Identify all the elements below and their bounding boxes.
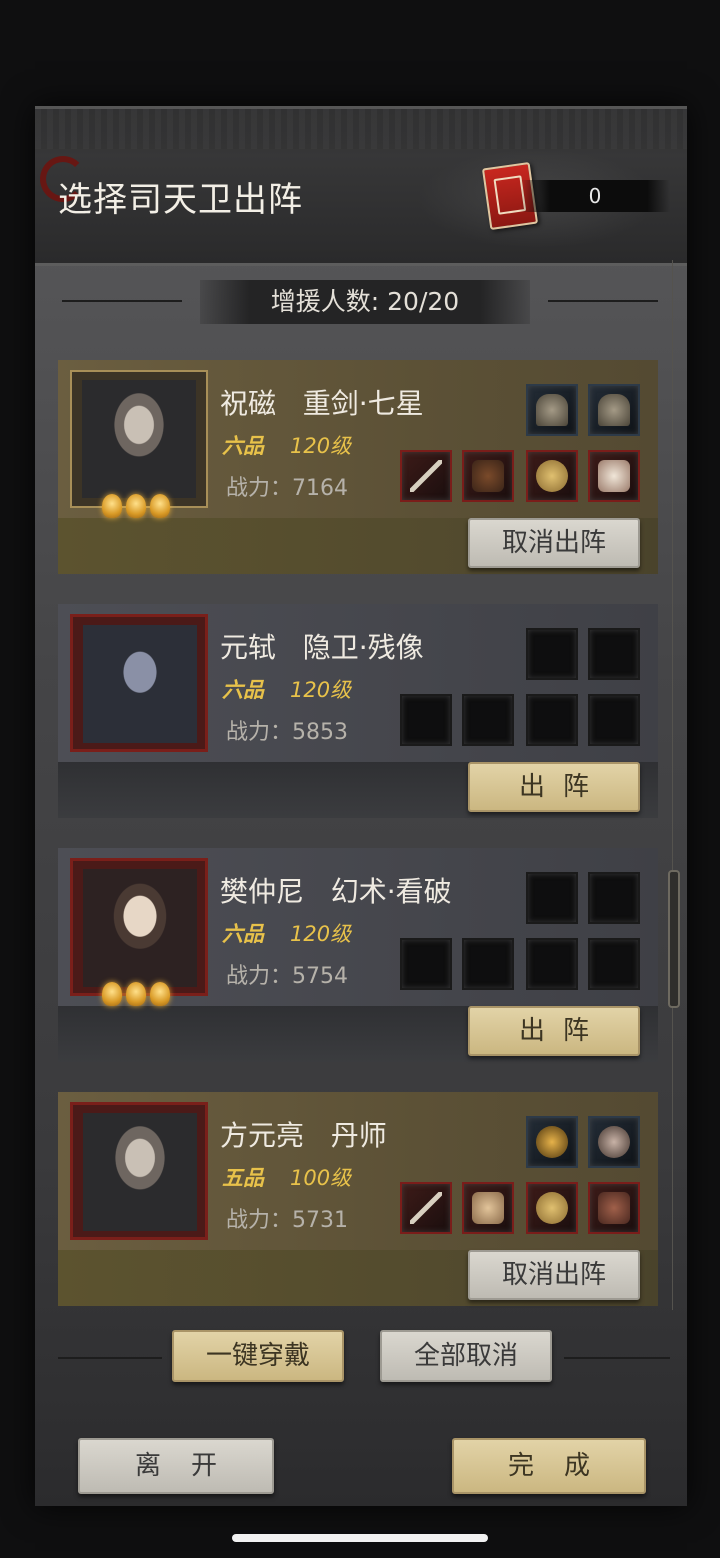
armor-icon[interactable] bbox=[462, 450, 514, 502]
hero-face-image bbox=[82, 380, 196, 498]
divider-right bbox=[548, 300, 658, 302]
hero-power: 战力：5754 bbox=[226, 964, 348, 989]
empty-slot[interactable] bbox=[588, 694, 640, 746]
star-medals bbox=[102, 494, 170, 518]
empty-slot[interactable] bbox=[526, 938, 578, 990]
flame-medal-icon bbox=[126, 494, 146, 518]
horse-mount-icon[interactable] bbox=[588, 1182, 640, 1234]
hero-portrait[interactable] bbox=[70, 858, 208, 996]
flame-medal-icon bbox=[102, 982, 122, 1006]
hero-face-image bbox=[83, 1113, 197, 1231]
hero-name: 祝磁 重剑·七星 bbox=[220, 387, 424, 420]
scrollbar-thumb[interactable] bbox=[668, 870, 680, 1008]
hero-power: 战力：5853 bbox=[226, 720, 348, 745]
empty-slot[interactable] bbox=[588, 628, 640, 680]
token-counter: 0 bbox=[520, 180, 670, 212]
bag-item-icon[interactable] bbox=[526, 1182, 578, 1234]
empty-slot[interactable] bbox=[526, 694, 578, 746]
leave-button[interactable]: 离开 bbox=[78, 1438, 274, 1494]
hero-face-image bbox=[83, 625, 197, 743]
comb-accessory-icon[interactable] bbox=[588, 384, 640, 436]
hero-name: 方元亮 丹师 bbox=[220, 1119, 387, 1152]
boots-icon[interactable] bbox=[588, 450, 640, 502]
empty-slot[interactable] bbox=[400, 694, 452, 746]
divider-right bbox=[564, 1357, 670, 1359]
empty-slot[interactable] bbox=[588, 872, 640, 924]
lotus-accessory-icon[interactable] bbox=[526, 1116, 578, 1168]
cancel-all-button[interactable]: 全部取消 bbox=[380, 1330, 552, 1382]
hero-portrait[interactable] bbox=[70, 370, 208, 508]
home-indicator[interactable] bbox=[232, 1534, 488, 1542]
empty-slot[interactable] bbox=[462, 938, 514, 990]
flame-medal-icon bbox=[150, 494, 170, 518]
divider-left bbox=[62, 300, 182, 302]
flame-medal-icon bbox=[102, 494, 122, 518]
hero-portrait[interactable] bbox=[70, 614, 208, 752]
hero-power: 战力：5731 bbox=[226, 1208, 348, 1233]
star-medals bbox=[102, 982, 170, 1006]
reinforcement-count: 增援人数: 20/20 bbox=[200, 280, 530, 324]
comb-accessory-icon[interactable] bbox=[526, 384, 578, 436]
cancel-deploy-button[interactable]: 取消出阵 bbox=[468, 518, 640, 568]
hero-card[interactable]: 元轼 隐卫·残像 六品 120级 战力：5853 出阵 bbox=[58, 604, 658, 818]
empty-slot[interactable] bbox=[526, 872, 578, 924]
hero-portrait[interactable] bbox=[70, 1102, 208, 1240]
page-title: 选择司天卫出阵 bbox=[58, 180, 303, 220]
sword-weapon-icon[interactable] bbox=[400, 450, 452, 502]
equip-all-button[interactable]: 一键穿戴 bbox=[172, 1330, 344, 1382]
hero-rank: 五品 bbox=[222, 1166, 264, 1190]
hero-power: 战力：7164 bbox=[226, 476, 348, 501]
hero-level: 120级 bbox=[290, 434, 352, 458]
deploy-button[interactable]: 出阵 bbox=[468, 1006, 640, 1056]
empty-slot[interactable] bbox=[462, 694, 514, 746]
hero-face-image bbox=[83, 869, 197, 987]
header-pattern bbox=[35, 109, 687, 149]
scroll-track bbox=[672, 260, 673, 1310]
hero-card[interactable]: 樊仲尼 幻术·看破 六品 120级 战力：5754 出阵 bbox=[58, 848, 658, 1062]
empty-slot[interactable] bbox=[588, 938, 640, 990]
flame-medal-icon bbox=[150, 982, 170, 1006]
hero-card[interactable]: 祝磁 重剑·七星 六品 120级 战力：7164 取消出阵 bbox=[58, 360, 658, 574]
cancel-deploy-button[interactable]: 取消出阵 bbox=[468, 1250, 640, 1300]
deploy-button[interactable]: 出阵 bbox=[468, 762, 640, 812]
hero-level: 120级 bbox=[290, 678, 352, 702]
empty-slot[interactable] bbox=[400, 938, 452, 990]
empty-slot[interactable] bbox=[526, 628, 578, 680]
hero-name: 樊仲尼 幻术·看破 bbox=[220, 875, 452, 908]
hero-card[interactable]: 方元亮 丹师 五品 100级 战力：5731 取消出阵 bbox=[58, 1092, 658, 1306]
hero-name: 元轼 隐卫·残像 bbox=[220, 631, 424, 664]
spear-weapon-icon[interactable] bbox=[400, 1182, 452, 1234]
hero-rank: 六品 bbox=[222, 922, 264, 946]
armor-icon[interactable] bbox=[462, 1182, 514, 1234]
done-button[interactable]: 完成 bbox=[452, 1438, 646, 1494]
hero-rank: 六品 bbox=[222, 434, 264, 458]
hero-level: 120级 bbox=[290, 922, 352, 946]
bag-item-icon[interactable] bbox=[526, 450, 578, 502]
divider-left bbox=[58, 1357, 162, 1359]
flame-medal-icon bbox=[126, 982, 146, 1006]
hero-rank: 六品 bbox=[222, 678, 264, 702]
rabbit-charm-icon[interactable] bbox=[588, 1116, 640, 1168]
hero-level: 100级 bbox=[290, 1166, 352, 1190]
